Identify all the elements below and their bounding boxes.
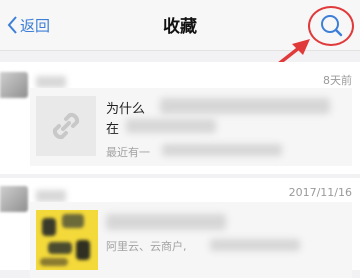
link-thumbnail [36, 96, 96, 156]
item-date: 8天前 [323, 74, 352, 87]
link-title-line2: 在 [106, 122, 120, 137]
link-card[interactable]: 阿里云、云商户, [30, 202, 352, 278]
avatar [0, 72, 28, 98]
favorite-item[interactable]: 8天前 为什么 在 最近有一 [0, 62, 360, 174]
article-thumbnail [36, 210, 98, 270]
redacted-text [210, 239, 300, 251]
redacted-text [162, 144, 282, 156]
link-title-line1: 为什么 [106, 102, 146, 117]
sender-name [36, 190, 66, 202]
redacted-text [160, 98, 330, 114]
redacted-text [106, 214, 226, 230]
avatar [0, 186, 28, 212]
item-date: 2017/11/16 [288, 186, 352, 199]
link-icon [52, 112, 80, 140]
redacted-text [126, 119, 216, 133]
article-subtitle: 阿里云、云商户, [106, 240, 187, 253]
sender-name [36, 76, 66, 88]
favorite-item[interactable]: 2017/11/16 阿里云、云商户, [0, 178, 360, 278]
link-card[interactable]: 为什么 在 最近有一 [30, 88, 352, 166]
link-subtitle: 最近有一 [106, 146, 150, 159]
